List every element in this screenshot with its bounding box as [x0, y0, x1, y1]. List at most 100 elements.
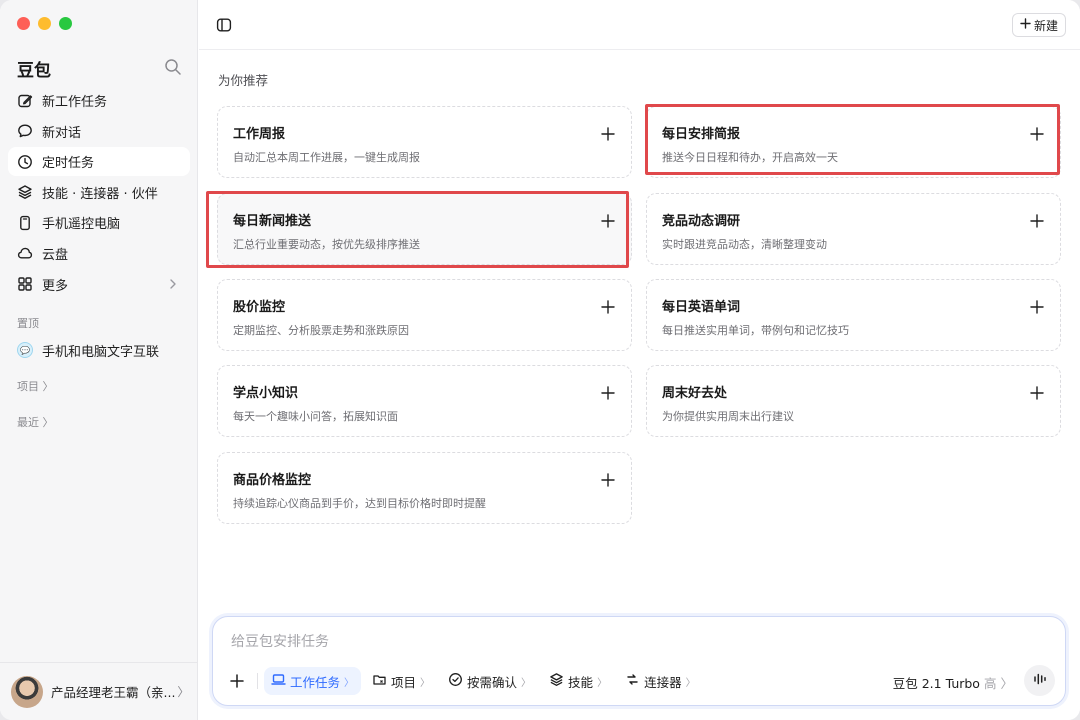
- task-card-weekend-places[interactable]: 周末好去处 为你提供实用周末出行建议: [646, 365, 1061, 437]
- task-card-stock-monitor[interactable]: 股价监控 定期监控、分析股票走势和涨跌原因: [217, 279, 632, 351]
- window-controls: [17, 17, 72, 30]
- link-icon: [625, 672, 640, 690]
- topbar: 新建: [199, 0, 1080, 50]
- sidebar-item-new-work-task[interactable]: 新工作任务: [8, 86, 190, 115]
- card-title: 每日安排简报: [662, 127, 741, 142]
- pinned-item[interactable]: 💬 手机和电脑文字互联: [8, 336, 190, 364]
- sidebar-item-label: 定时任务: [42, 156, 95, 172]
- sidebar: 豆包 新工作任务 新对话 定时任务 技能 · 连接器 · 伙伴 手机遥控电脑 云…: [0, 0, 198, 720]
- task-card-trivia[interactable]: 学点小知识 每天一个趣味小问答，拓展知识面: [217, 365, 632, 437]
- chevron-right-icon: [166, 277, 180, 291]
- clock-icon: [17, 154, 33, 170]
- card-description: 实时跟进竞品动态，清晰整理变动: [662, 238, 827, 251]
- maximize-window-button[interactable]: [59, 17, 72, 30]
- composer-toolbar: 工作任务 〉 项目 〉 按需确认 〉 技能 〉 连接器 〉: [225, 667, 707, 695]
- card-description: 每天一个趣味小问答，拓展知识面: [233, 410, 398, 423]
- add-plus-icon[interactable]: [601, 299, 615, 314]
- chip-project[interactable]: 项目 〉: [365, 667, 437, 695]
- sidebar-item-label: 新对话: [42, 125, 82, 141]
- profile-name: 产品经理老王霸（亲...: [51, 685, 176, 700]
- task-card-weekly-report[interactable]: 工作周报 自动汇总本周工作进展，一键生成周报: [217, 106, 632, 178]
- sidebar-item-scheduled-tasks[interactable]: 定时任务: [8, 147, 190, 177]
- chip-connectors[interactable]: 连接器 〉: [618, 667, 703, 695]
- chip-work-task[interactable]: 工作任务 〉: [264, 667, 362, 695]
- user-profile[interactable]: 产品经理老王霸（亲... 〉: [0, 662, 197, 720]
- task-card-competitor-research[interactable]: 竞品动态调研 实时跟进竞品动态，清晰整理变动: [646, 193, 1061, 265]
- pinned-section-label: 置顶: [17, 317, 39, 330]
- add-plus-icon[interactable]: [1030, 385, 1044, 400]
- sidebar-item-label: 新工作任务: [42, 95, 108, 110]
- add-plus-icon[interactable]: [1030, 213, 1044, 228]
- sidebar-item-label: 手机遥控电脑: [42, 217, 121, 233]
- sidebar-item-new-chat[interactable]: 新对话: [8, 117, 190, 146]
- app-window: 豆包 新工作任务 新对话 定时任务 技能 · 连接器 · 伙伴 手机遥控电脑 云…: [0, 0, 1080, 720]
- attach-plus-button[interactable]: [225, 669, 249, 693]
- card-title: 工作周报: [233, 127, 286, 142]
- pinned-item-label: 手机和电脑文字互联: [42, 344, 160, 360]
- sidebar-nav: 新工作任务 新对话 定时任务 技能 · 连接器 · 伙伴 手机遥控电脑 云盘 更…: [8, 86, 190, 300]
- toolbar-divider: [257, 673, 258, 689]
- card-title: 周末好去处: [662, 386, 728, 401]
- task-card-price-monitor[interactable]: 商品价格监控 持续追踪心仪商品到手价，达到目标价格时即时提醒: [217, 452, 632, 524]
- model-level: 高: [983, 676, 997, 691]
- add-plus-icon[interactable]: [601, 385, 615, 400]
- chevron-icon: 〉: [420, 677, 431, 689]
- folder-icon: [372, 672, 387, 690]
- plus-icon: [1020, 18, 1031, 32]
- voice-input-button[interactable]: [1024, 665, 1055, 696]
- card-description: 推送今日日程和待办，开启高效一天: [662, 151, 838, 164]
- card-description: 定期监控、分析股票走势和涨跌原因: [233, 324, 409, 337]
- add-plus-icon[interactable]: [1030, 299, 1044, 314]
- sidebar-item-more[interactable]: 更多: [8, 270, 190, 299]
- chip-skills[interactable]: 技能 〉: [542, 667, 614, 695]
- grid-icon: [17, 276, 33, 292]
- sidebar-toggle-icon[interactable]: [216, 17, 232, 33]
- task-card-daily-brief[interactable]: 每日安排简报 推送今日日程和待办，开启高效一天: [646, 106, 1061, 178]
- sidebar-item-label: 云盘: [42, 247, 69, 263]
- projects-section-toggle[interactable]: 项目 〉: [17, 378, 54, 394]
- card-title: 商品价格监控: [233, 473, 312, 488]
- chat-app-icon: 💬: [17, 342, 33, 358]
- model-name: 豆包 2.1 Turbo: [892, 676, 980, 691]
- chip-confirm-on-demand[interactable]: 按需确认 〉: [441, 667, 538, 695]
- new-button[interactable]: 新建: [1011, 13, 1066, 37]
- phone-icon: [17, 215, 33, 231]
- edit-icon: [17, 93, 33, 109]
- search-icon[interactable]: [164, 58, 184, 78]
- add-plus-icon[interactable]: [1030, 126, 1044, 141]
- chat-bubble-icon: [17, 123, 33, 139]
- waveform-icon: [1032, 671, 1048, 691]
- model-selector[interactable]: 豆包 2.1 Turbo 高 〉: [893, 673, 1013, 692]
- card-description: 持续追踪心仪商品到手价，达到目标价格时即时提醒: [233, 497, 486, 510]
- layers-icon: [17, 184, 33, 200]
- sidebar-item-label: 技能 · 连接器 · 伙伴: [42, 186, 158, 202]
- task-card-english-words[interactable]: 每日英语单词 每日推送实用单词，带例句和记忆技巧: [646, 279, 1061, 351]
- close-window-button[interactable]: [17, 17, 30, 30]
- sidebar-item-skills[interactable]: 技能 · 连接器 · 伙伴: [8, 178, 190, 207]
- minimize-window-button[interactable]: [38, 17, 51, 30]
- chevron-icon: 〉: [521, 677, 532, 689]
- card-description: 汇总行业重要动态，按优先级排序推送: [233, 238, 420, 251]
- layers-icon: [549, 672, 564, 690]
- profile-chevron-icon: 〉: [177, 685, 190, 699]
- sidebar-item-phone-remote[interactable]: 手机遥控电脑: [8, 208, 190, 237]
- card-title: 学点小知识: [233, 386, 299, 401]
- cloud-icon: [17, 245, 33, 261]
- task-card-daily-news[interactable]: 每日新闻推送 汇总行业重要动态，按优先级排序推送: [217, 193, 632, 265]
- chevron-icon: 〉: [685, 677, 696, 689]
- recommend-section-title: 为你推荐: [218, 73, 269, 88]
- new-button-label: 新建: [1033, 18, 1058, 33]
- chip-label: 按需确认: [467, 674, 518, 690]
- card-title: 股价监控: [233, 300, 286, 315]
- task-composer: 工作任务 〉 项目 〉 按需确认 〉: [212, 616, 1066, 706]
- add-plus-icon[interactable]: [601, 472, 615, 487]
- main-panel: 新建 为你推荐 工作周报 自动汇总本周工作进展，一键生成周报 每日安排简报 推送…: [199, 0, 1080, 720]
- add-plus-icon[interactable]: [601, 126, 615, 141]
- sidebar-item-cloud-drive[interactable]: 云盘: [8, 239, 190, 268]
- add-plus-icon[interactable]: [601, 213, 615, 228]
- card-description: 每日推送实用单词，带例句和记忆技巧: [662, 324, 849, 337]
- recent-section-toggle[interactable]: 最近 〉: [17, 414, 54, 430]
- chip-label: 连接器: [644, 674, 682, 690]
- task-input[interactable]: [231, 631, 1031, 653]
- check-circle-icon: [448, 672, 463, 690]
